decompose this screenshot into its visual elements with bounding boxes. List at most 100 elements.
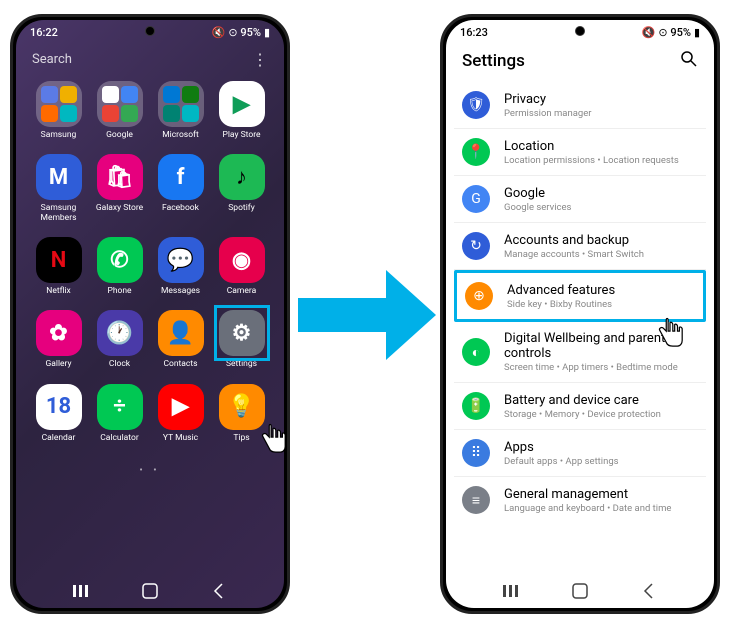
app-label: Galaxy Store xyxy=(91,204,149,213)
app-label: Calendar xyxy=(30,434,88,443)
status-icons: 🔇 ⊙ 95% ▮ xyxy=(212,26,270,39)
arrow-icon xyxy=(298,270,438,360)
app-icon: ÷ xyxy=(97,384,143,430)
battery-icon: ▮ xyxy=(694,26,700,39)
settings-item-icon: 🔋 xyxy=(462,392,490,420)
status-icons: 🔇 ⊙ 95% ▮ xyxy=(642,26,700,39)
back-button[interactable] xyxy=(638,582,660,600)
settings-item-title: Digital Wellbeing and parental controls xyxy=(504,331,698,361)
settings-item-sub: Language and keyboard • Date and time xyxy=(504,503,698,514)
recents-button[interactable] xyxy=(500,582,522,600)
app-icon: ⚙ xyxy=(219,310,265,356)
settings-item-title: Google xyxy=(504,186,698,201)
app-label: Samsung Members xyxy=(30,204,88,223)
app-samsung-members[interactable]: M Samsung Members xyxy=(30,154,88,223)
app-calculator[interactable]: ÷ Calculator xyxy=(91,384,149,443)
clock: 16:22 xyxy=(30,26,58,39)
mute-icon: 🔇 xyxy=(642,26,656,39)
home-button[interactable] xyxy=(139,582,161,600)
settings-item-sub: Location permissions • Location requests xyxy=(504,155,698,166)
settings-item-title: Battery and device care xyxy=(504,393,698,408)
home-button[interactable] xyxy=(569,582,591,600)
clock: 16:23 xyxy=(460,26,488,39)
app-label: Samsung xyxy=(30,131,88,140)
navbar xyxy=(446,582,714,600)
app-spotify[interactable]: ♪ Spotify xyxy=(213,154,271,223)
app-icon: M xyxy=(36,154,82,200)
app-galaxy-store[interactable]: 🛍Galaxy Store xyxy=(91,154,149,223)
app-icon: ▶ xyxy=(219,81,265,127)
app-facebook[interactable]: fFacebook xyxy=(152,154,210,223)
app-messages[interactable]: 💬 Messages xyxy=(152,237,210,296)
app-samsung[interactable]: Samsung xyxy=(30,81,88,140)
app-icon: ♪ xyxy=(219,154,265,200)
app-google[interactable]: Google xyxy=(91,81,149,140)
app-label: Settings xyxy=(213,360,271,369)
app-yt-music[interactable]: ▶ YT Music xyxy=(152,384,210,443)
app-camera[interactable]: ◉Camera xyxy=(213,237,271,296)
app-label: Facebook xyxy=(152,204,210,213)
screen-app-drawer: 16:22 🔇 ⊙ 95% ▮ Search ⋮ SamsungGoogleMi… xyxy=(16,20,284,608)
search-input[interactable]: Search xyxy=(32,52,252,67)
app-icon: ▶ xyxy=(158,384,204,430)
search-row[interactable]: Search ⋮ xyxy=(16,44,284,75)
app-icon: 👤 xyxy=(158,310,204,356)
app-label: YT Music xyxy=(152,434,210,443)
app-settings[interactable]: ⚙ Settings xyxy=(213,310,271,369)
settings-item-privacy[interactable]: 🛡PrivacyPermission manager xyxy=(454,82,706,129)
settings-item-advanced-features[interactable]: ⊕Advanced featuresSide key • Bixby Routi… xyxy=(454,270,706,322)
app-icon: 💬 xyxy=(158,237,204,283)
app-play-store[interactable]: ▶Play Store xyxy=(213,81,271,140)
settings-item-sub: Side key • Bixby Routines xyxy=(507,299,695,310)
app-label: Netflix xyxy=(30,287,88,296)
settings-item-location[interactable]: 📍LocationLocation permissions • Location… xyxy=(454,129,706,176)
app-contacts[interactable]: 👤 Contacts xyxy=(152,310,210,369)
settings-item-icon: ⊕ xyxy=(465,282,493,310)
app-gallery[interactable]: ✿Gallery xyxy=(30,310,88,369)
battery-pct: ⊙ 95% xyxy=(228,26,261,39)
app-icon: N xyxy=(36,237,82,283)
page-indicator: • • xyxy=(16,465,284,476)
back-button[interactable] xyxy=(208,582,230,600)
app-netflix[interactable]: N Netflix xyxy=(30,237,88,296)
settings-item-apps[interactable]: ⠿AppsDefault apps • App settings xyxy=(454,430,706,477)
folder-icon xyxy=(36,81,82,127)
search-icon[interactable] xyxy=(680,50,698,72)
recents-button[interactable] xyxy=(70,582,92,600)
settings-item-icon: G xyxy=(462,185,490,213)
app-calendar[interactable]: 18 Calendar xyxy=(30,384,88,443)
folder-icon xyxy=(158,81,204,127)
settings-item-accounts-and-backup[interactable]: ↻Accounts and backupManage accounts • Sm… xyxy=(454,223,706,270)
app-clock[interactable]: 🕐Clock xyxy=(91,310,149,369)
settings-item-sub: Google services xyxy=(504,202,698,213)
app-label: Messages xyxy=(152,287,210,296)
app-label: Calculator xyxy=(91,434,149,443)
settings-item-google[interactable]: G GoogleGoogle services xyxy=(454,176,706,223)
app-phone[interactable]: ✆Phone xyxy=(91,237,149,296)
app-icon: 🕐 xyxy=(97,310,143,356)
app-label: Tips xyxy=(213,434,271,443)
settings-item-sub: Default apps • App settings xyxy=(504,456,698,467)
settings-item-digital-wellbeing-and-parental-controls[interactable]: ◐ Digital Wellbeing and parental controls… xyxy=(454,322,706,383)
menu-icon[interactable]: ⋮ xyxy=(252,50,268,69)
app-icon: 18 xyxy=(36,384,82,430)
app-label: Gallery xyxy=(30,360,88,369)
screen-settings: 16:23 🔇 ⊙ 95% ▮ Settings 🛡PrivacyPermiss… xyxy=(446,20,714,608)
app-label: Contacts xyxy=(152,360,210,369)
app-label: Microsoft xyxy=(152,131,210,140)
app-microsoft[interactable]: Microsoft xyxy=(152,81,210,140)
page-title: Settings xyxy=(462,51,525,71)
app-icon: 💡 xyxy=(219,384,265,430)
settings-item-sub: Permission manager xyxy=(504,108,698,119)
battery-icon: ▮ xyxy=(264,26,270,39)
settings-item-icon: ◐ xyxy=(462,338,490,366)
settings-item-title: Location xyxy=(504,139,698,154)
settings-item-general-management[interactable]: ≡General managementLanguage and keyboard… xyxy=(454,477,706,523)
app-label: Spotify xyxy=(213,204,271,213)
app-icon: ◉ xyxy=(219,237,265,283)
settings-list: 🛡PrivacyPermission manager📍LocationLocat… xyxy=(446,82,714,523)
camera-hole xyxy=(145,26,155,36)
settings-item-icon: ≡ xyxy=(462,486,490,514)
app-tips[interactable]: 💡 Tips xyxy=(213,384,271,443)
settings-item-battery-and-device-care[interactable]: 🔋Battery and device careStorage • Memory… xyxy=(454,383,706,430)
